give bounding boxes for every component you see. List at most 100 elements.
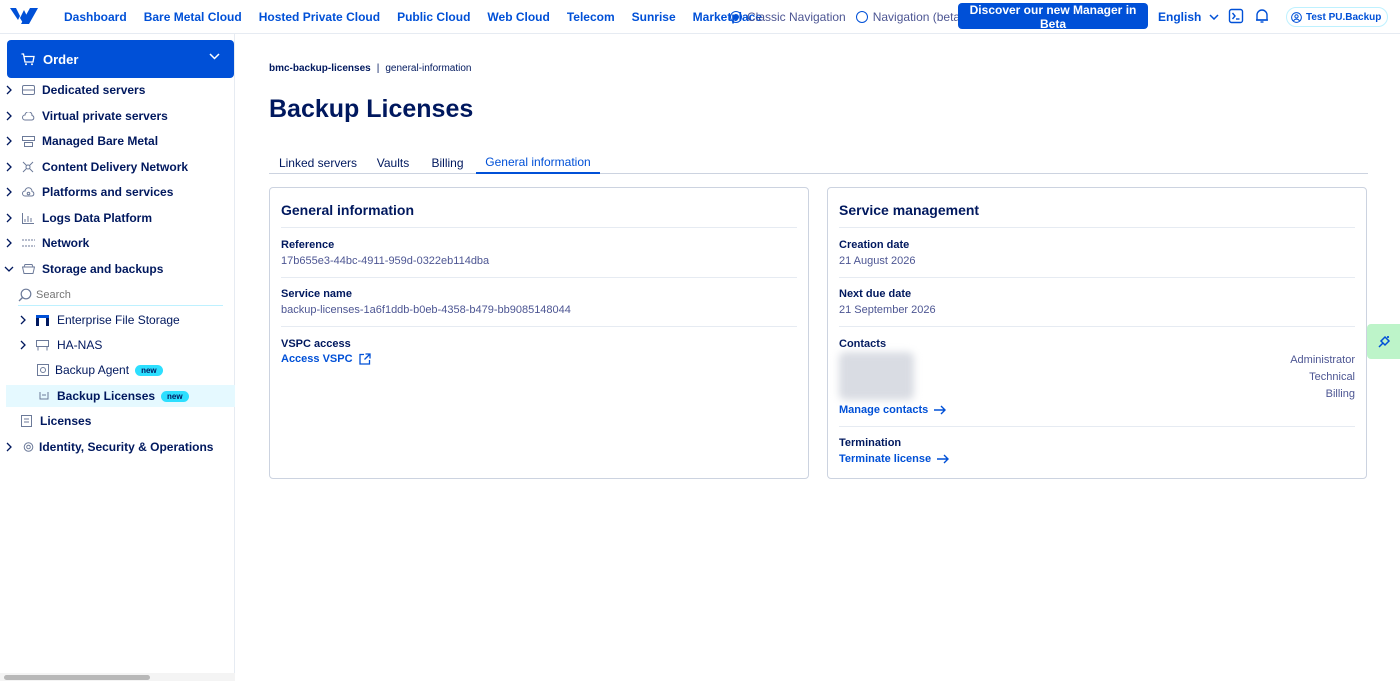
chevron-right-icon: [2, 136, 16, 146]
blurred-contact-names: [839, 352, 914, 400]
divider: [839, 426, 1355, 427]
vspc-access-label: VSPC access: [281, 338, 351, 350]
nav-bare-metal-cloud[interactable]: Bare Metal Cloud: [144, 10, 242, 24]
sidebar-item-identity-security-operations[interactable]: Identity, Security & Operations: [0, 436, 213, 458]
user-icon: [1291, 11, 1302, 23]
nav-hosted-private-cloud[interactable]: Hosted Private Cloud: [259, 10, 380, 24]
tab-linked-servers[interactable]: Linked servers: [269, 152, 367, 174]
sidebar: Order Dedicated servers Virtual private …: [0, 34, 235, 681]
nav-sunrise[interactable]: Sunrise: [632, 10, 676, 24]
contact-role-billing: Billing: [1325, 388, 1355, 400]
tab-general-information[interactable]: General information: [476, 152, 600, 174]
sidebar-item-licenses[interactable]: Licenses: [4, 410, 91, 432]
new-badge: new: [135, 364, 163, 376]
divider: [839, 277, 1355, 278]
nav-web-cloud[interactable]: Web Cloud: [487, 10, 549, 24]
chevron-down-icon: [209, 53, 220, 60]
sidebar-item-platforms-and-services[interactable]: Platforms and services: [0, 181, 173, 203]
terminal-icon[interactable]: [1228, 8, 1244, 24]
sidebar-item-label: HA-NAS: [57, 338, 103, 352]
breadcrumb-separator: |: [376, 63, 380, 74]
sidebar-item-label: Backup Licenses: [57, 389, 156, 403]
reference-label: Reference: [281, 239, 335, 251]
tab-billing[interactable]: Billing: [419, 152, 476, 174]
chevron-right-icon: [2, 162, 16, 172]
sidebar-item-label: Identity, Security & Operations: [39, 440, 214, 454]
scrollbar-thumb[interactable]: [4, 675, 150, 680]
service-name-value: backup-licenses-1a6f1ddb-b0eb-4358-b479-…: [281, 304, 571, 316]
stack-icon: [20, 135, 36, 147]
nav-dashboard[interactable]: Dashboard: [64, 10, 127, 24]
sidebar-item-managed-bare-metal[interactable]: Managed Bare Metal: [0, 130, 158, 152]
user-name: Test PU.Backup: [1306, 11, 1382, 23]
access-vspc-link[interactable]: Access VSPC: [281, 353, 371, 365]
chart-icon: [20, 212, 36, 224]
nav-public-cloud[interactable]: Public Cloud: [397, 10, 470, 24]
beta-navigation-radio[interactable]: Navigation (beta): [855, 10, 964, 24]
ovh-logo-icon[interactable]: [8, 6, 40, 26]
creation-date-label: Creation date: [839, 239, 910, 251]
sidebar-item-storage-and-backups[interactable]: Storage and backups: [0, 258, 163, 280]
search-icon: [18, 288, 32, 301]
sidebar-item-label: Enterprise File Storage: [57, 313, 180, 327]
classic-navigation-label: Classic Navigation: [747, 10, 846, 24]
sidebar-item-label: Content Delivery Network: [42, 160, 189, 174]
manage-contacts-link[interactable]: Manage contacts: [839, 404, 947, 416]
next-due-date-label: Next due date: [839, 288, 912, 300]
termination-label: Termination: [839, 437, 902, 449]
chevron-right-icon: [2, 85, 16, 95]
sparkle-plug-icon: [1377, 335, 1390, 348]
chevron-right-icon: [2, 442, 16, 452]
divider: [839, 326, 1355, 327]
page-title: Backup Licenses: [269, 95, 474, 123]
card-title: Service management: [839, 202, 980, 218]
sidebar-item-label: Storage and backups: [42, 262, 164, 276]
chevron-right-icon: [2, 111, 16, 121]
divider: [281, 277, 797, 278]
general-information-card: General information Reference 17b655e3-4…: [269, 187, 809, 479]
reference-value: 17b655e3-44bc-4911-959d-0322eb114dba: [281, 255, 490, 267]
cloud-gear-icon: [20, 186, 36, 198]
bell-icon[interactable]: [1254, 8, 1270, 24]
classic-navigation-radio[interactable]: Classic Navigation: [730, 10, 846, 24]
chevron-down-icon: [2, 266, 16, 272]
terminate-license-label: Terminate license: [839, 453, 932, 465]
contacts-label: Contacts: [839, 338, 887, 350]
server-icon: [20, 84, 36, 96]
sidebar-item-ha-nas[interactable]: HA-NAS: [20, 334, 102, 356]
sidebar-item-backup-agent[interactable]: Backup Agent new: [37, 359, 163, 381]
manage-contacts-label: Manage contacts: [839, 404, 929, 416]
nav-telecom[interactable]: Telecom: [567, 10, 615, 24]
top-bar: Dashboard Bare Metal Cloud Hosted Privat…: [0, 0, 1400, 34]
breadcrumb-link[interactable]: bmc-backup-licenses: [269, 63, 371, 74]
assistant-side-tab[interactable]: [1367, 324, 1400, 359]
next-due-date-value: 21 September 2026: [839, 304, 936, 316]
order-button[interactable]: Order: [7, 40, 234, 78]
chevron-right-icon: [2, 238, 16, 248]
user-account-button[interactable]: Test PU.Backup: [1286, 7, 1389, 27]
language-selector[interactable]: English: [1158, 0, 1219, 34]
new-badge: new: [161, 390, 189, 402]
sidebar-item-dedicated-servers[interactable]: Dedicated servers: [0, 79, 145, 101]
tab-bar: Linked servers Vaults Billing General in…: [269, 152, 1368, 174]
sidebar-search-input[interactable]: [36, 288, 206, 301]
license-icon: [39, 392, 49, 400]
sidebar-item-backup-licenses[interactable]: Backup Licenses new: [6, 385, 235, 407]
breadcrumb: bmc-backup-licenses | general-informatio…: [269, 63, 472, 74]
top-navigation: Dashboard Bare Metal Cloud Hosted Privat…: [64, 0, 779, 34]
cart-icon: [21, 52, 35, 65]
sidebar-item-enterprise-file-storage[interactable]: Enterprise File Storage: [20, 309, 180, 331]
terminate-license-link[interactable]: Terminate license: [839, 453, 950, 465]
sidebar-item-virtual-private-servers[interactable]: Virtual private servers: [0, 105, 168, 127]
sidebar-item-label: Backup Agent: [55, 363, 130, 377]
identity-icon: [20, 441, 36, 453]
sidebar-item-label: Virtual private servers: [42, 109, 168, 123]
nas-icon: [36, 339, 49, 350]
sidebar-item-logs-data-platform[interactable]: Logs Data Platform: [0, 207, 152, 229]
sidebar-horizontal-scrollbar[interactable]: [0, 673, 235, 681]
discover-beta-button[interactable]: Discover our new Manager in Beta: [958, 3, 1148, 31]
license-doc-icon: [18, 415, 34, 427]
sidebar-item-network[interactable]: Network: [0, 232, 89, 254]
tab-vaults[interactable]: Vaults: [367, 152, 419, 174]
sidebar-item-content-delivery-network[interactable]: Content Delivery Network: [0, 156, 188, 178]
